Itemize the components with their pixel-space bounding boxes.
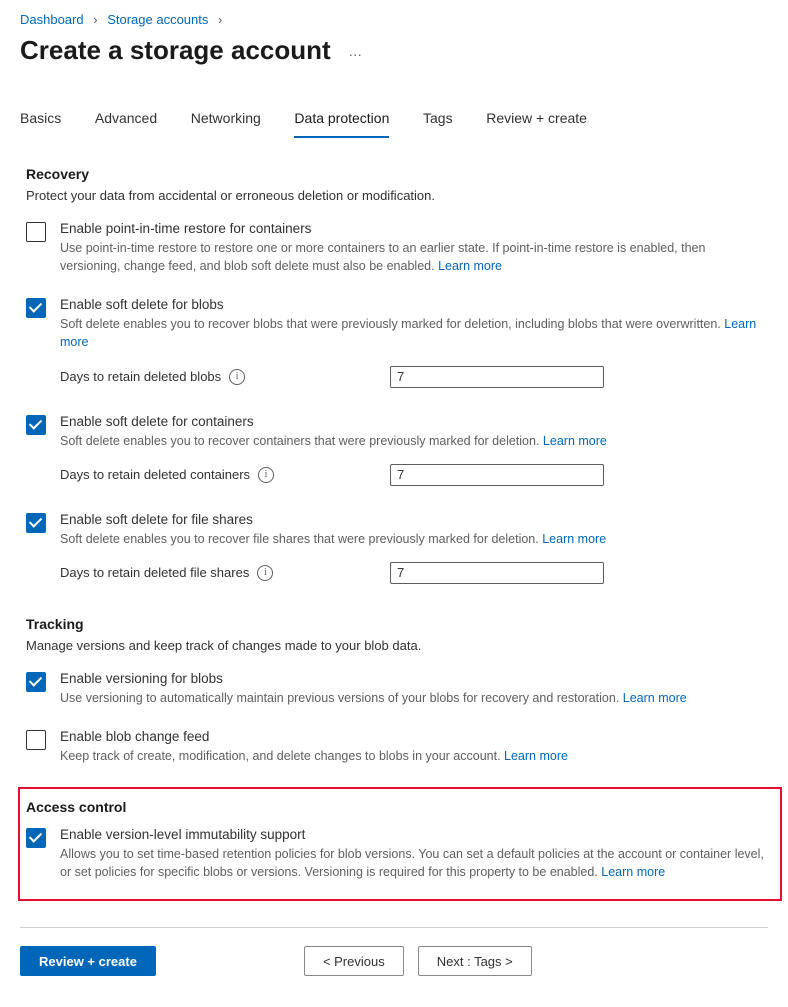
retain-label-fileshares: Days to retain deleted file shares [60,565,249,580]
chevron-right-icon: › [212,12,228,27]
checkbox-versioning[interactable] [26,672,46,692]
checkbox-change-feed[interactable] [26,730,46,750]
section-heading-tracking: Tracking [26,616,768,632]
section-sub-tracking: Manage versions and keep track of change… [26,638,768,653]
label-pitr: Enable point-in-time restore for contain… [60,221,768,236]
tab-networking[interactable]: Networking [191,102,261,138]
section-heading-access-control: Access control [26,799,768,815]
breadcrumb: Dashboard › Storage accounts › [20,12,768,27]
info-icon[interactable]: i [229,369,245,385]
tab-tags[interactable]: Tags [423,102,453,138]
retain-label-containers: Days to retain deleted containers [60,467,250,482]
desc-soft-delete-blobs: Soft delete enables you to recover blobs… [60,315,768,351]
retain-input-blobs[interactable] [390,366,604,388]
more-menu-icon[interactable]: … [348,43,364,59]
checkbox-soft-delete-blobs[interactable] [26,298,46,318]
learn-more-link[interactable]: Learn more [623,691,687,705]
label-soft-delete-containers: Enable soft delete for containers [60,414,768,429]
retain-input-containers[interactable] [390,464,604,486]
desc-immutability: Allows you to set time-based retention p… [60,845,768,881]
checkbox-soft-delete-containers[interactable] [26,415,46,435]
wizard-footer: Review + create < Previous Next : Tags > [20,946,768,976]
desc-change-feed: Keep track of create, modification, and … [60,747,768,765]
label-versioning: Enable versioning for blobs [60,671,768,686]
divider [20,927,768,928]
page-title: Create a storage account [20,35,331,66]
label-immutability: Enable version-level immutability suppor… [60,827,768,842]
tab-review-create[interactable]: Review + create [486,102,587,138]
desc-versioning: Use versioning to automatically maintain… [60,689,768,707]
learn-more-link[interactable]: Learn more [601,865,665,879]
info-icon[interactable]: i [257,565,273,581]
chevron-right-icon: › [87,12,103,27]
retain-input-fileshares[interactable] [390,562,604,584]
tab-advanced[interactable]: Advanced [95,102,157,138]
learn-more-link[interactable]: Learn more [438,259,502,273]
desc-soft-delete-containers: Soft delete enables you to recover conta… [60,432,768,450]
section-heading-recovery: Recovery [26,166,768,182]
checkbox-immutability[interactable] [26,828,46,848]
learn-more-link[interactable]: Learn more [504,749,568,763]
tab-basics[interactable]: Basics [20,102,61,138]
breadcrumb-storage-accounts[interactable]: Storage accounts [107,12,208,27]
tabs: Basics Advanced Networking Data protecti… [20,102,768,138]
section-sub-recovery: Protect your data from accidental or err… [26,188,768,203]
learn-more-link[interactable]: Learn more [543,434,607,448]
label-soft-delete-blobs: Enable soft delete for blobs [60,297,768,312]
learn-more-link[interactable]: Learn more [542,532,606,546]
previous-button[interactable]: < Previous [304,946,404,976]
tab-data-protection[interactable]: Data protection [294,102,389,138]
label-change-feed: Enable blob change feed [60,729,768,744]
checkbox-soft-delete-fileshares[interactable] [26,513,46,533]
retain-label-blobs: Days to retain deleted blobs [60,369,221,384]
desc-pitr: Use point-in-time restore to restore one… [60,239,768,275]
access-control-highlight: Access control Enable version-level immu… [18,787,782,901]
breadcrumb-dashboard[interactable]: Dashboard [20,12,84,27]
checkbox-pitr[interactable] [26,222,46,242]
next-button[interactable]: Next : Tags > [418,946,532,976]
desc-soft-delete-fileshares: Soft delete enables you to recover file … [60,530,768,548]
label-soft-delete-fileshares: Enable soft delete for file shares [60,512,768,527]
review-create-button[interactable]: Review + create [20,946,156,976]
info-icon[interactable]: i [258,467,274,483]
